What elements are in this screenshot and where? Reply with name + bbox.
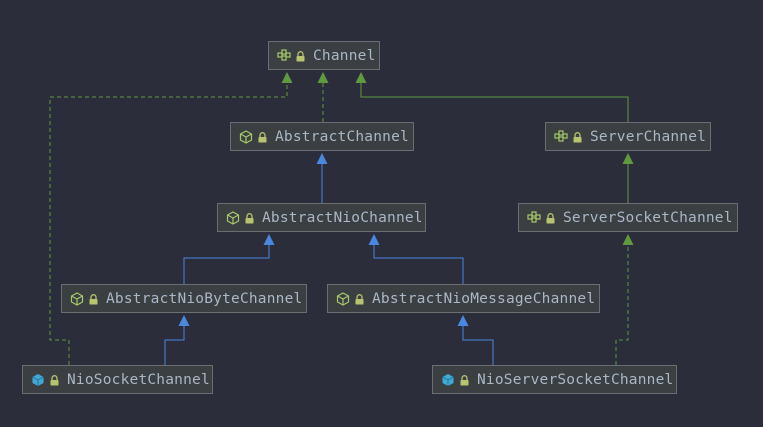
node-label: ServerChannel xyxy=(590,128,707,145)
lock-icon xyxy=(573,131,582,143)
lock-icon xyxy=(460,374,469,386)
arrowhead xyxy=(263,234,275,245)
lock-icon xyxy=(89,293,98,305)
edge-server-channel-extends-channel xyxy=(355,72,629,122)
abstract-class-icon xyxy=(226,210,240,225)
node-label: NioSocketChannel xyxy=(67,371,210,388)
arrowhead xyxy=(178,315,190,326)
interface-icon xyxy=(527,210,541,225)
arrowhead xyxy=(316,153,328,164)
lock-icon xyxy=(50,374,59,386)
edge-server-socket-channel-extends-server-channel xyxy=(622,153,634,203)
edge-abstract-nio-message-channel-extends-abstract-nio-channel xyxy=(368,234,464,284)
node-abstract-channel[interactable]: AbstractChannel xyxy=(230,122,414,151)
class-icon xyxy=(441,373,455,387)
node-label: AbstractNioChannel xyxy=(262,209,423,226)
lock-icon xyxy=(245,212,254,224)
abstract-class-icon xyxy=(239,129,253,144)
interface-icon xyxy=(277,48,291,63)
node-abstract-nio-channel[interactable]: AbstractNioChannel xyxy=(217,203,426,232)
interface-icon xyxy=(554,129,568,144)
edge-abstract-channel-implements-channel xyxy=(317,72,329,122)
class-icon xyxy=(31,373,45,387)
abstract-class-icon xyxy=(336,291,350,306)
arrowhead xyxy=(355,72,367,83)
arrowhead xyxy=(317,72,329,83)
node-label: AbstractNioMessageChannel xyxy=(372,290,596,307)
lock-icon xyxy=(258,131,267,143)
diagram-canvas: Channel AbstractChannel ServerChannel Ab… xyxy=(0,0,763,427)
edge-abstract-nio-channel-extends-abstract-channel xyxy=(316,153,328,203)
node-server-socket-channel[interactable]: ServerSocketChannel xyxy=(518,203,738,232)
abstract-class-icon xyxy=(70,291,84,306)
node-abstract-nio-message-channel[interactable]: AbstractNioMessageChannel xyxy=(327,284,600,313)
edge-abstract-nio-byte-channel-extends-abstract-nio-channel xyxy=(183,234,275,284)
edge-nio-server-socket-channel-implements-server-socket-channel xyxy=(615,234,634,365)
lock-icon xyxy=(355,293,364,305)
lock-icon xyxy=(546,212,555,224)
arrowhead xyxy=(368,234,380,245)
arrowhead xyxy=(622,153,634,164)
node-label: AbstractChannel xyxy=(275,128,409,145)
node-nio-socket-channel[interactable]: NioSocketChannel xyxy=(22,365,213,394)
node-label: NioServerSocketChannel xyxy=(477,371,674,388)
arrowhead xyxy=(622,234,634,245)
node-label: AbstractNioByteChannel xyxy=(106,290,303,307)
node-channel[interactable]: Channel xyxy=(268,41,380,70)
edge-nio-server-socket-channel-extends-abstract-nio-message-channel xyxy=(457,315,494,365)
edge-nio-socket-channel-extends-abstract-nio-byte-channel xyxy=(164,315,190,365)
node-nio-server-socket-channel[interactable]: NioServerSocketChannel xyxy=(432,365,677,394)
node-server-channel[interactable]: ServerChannel xyxy=(545,122,711,151)
node-abstract-nio-byte-channel[interactable]: AbstractNioByteChannel xyxy=(61,284,307,313)
node-label: Channel xyxy=(313,47,376,64)
node-label: ServerSocketChannel xyxy=(563,209,733,226)
arrowhead xyxy=(281,72,293,83)
lock-icon xyxy=(296,50,305,62)
arrowhead xyxy=(457,315,469,326)
